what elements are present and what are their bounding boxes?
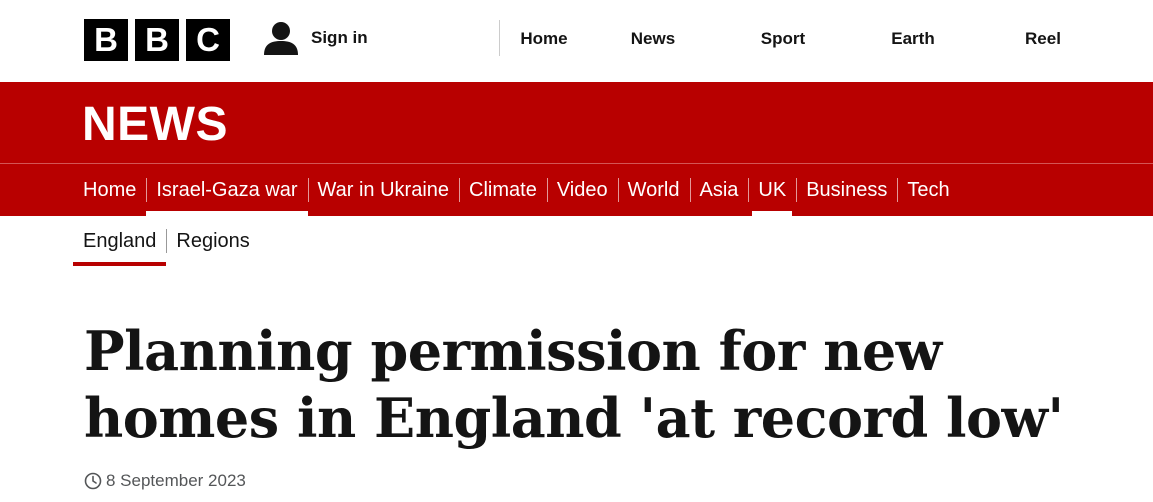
sign-in-button[interactable]: Sign in bbox=[263, 20, 368, 56]
top-nav-earth[interactable]: Earth bbox=[848, 0, 978, 78]
section-nav-tech[interactable]: Tech bbox=[897, 164, 959, 216]
top-nav-home[interactable]: Home bbox=[500, 0, 588, 78]
news-title[interactable]: NEWS bbox=[82, 97, 228, 152]
section-nav-uk[interactable]: UK bbox=[748, 164, 796, 216]
section-nav-asia[interactable]: Asia bbox=[689, 164, 749, 216]
article-dateline: 8 September 2023 bbox=[84, 471, 246, 491]
bbc-logo-letter: B bbox=[135, 19, 179, 61]
section-nav-climate[interactable]: Climate bbox=[459, 164, 547, 216]
sub-nav-england[interactable]: England bbox=[73, 216, 167, 266]
article-date: 8 September 2023 bbox=[106, 471, 246, 490]
bbc-logo-letter: B bbox=[84, 19, 128, 61]
section-nav-video[interactable]: Video bbox=[546, 164, 618, 216]
user-icon bbox=[264, 22, 298, 55]
section-nav-israel-gaza-war[interactable]: Israel-Gaza war bbox=[146, 164, 308, 216]
sub-nav: England Regions bbox=[73, 216, 260, 266]
article-headline: Planning permission for new homes in Eng… bbox=[84, 319, 1064, 450]
section-nav-home[interactable]: Home bbox=[73, 164, 146, 216]
top-nav-sport[interactable]: Sport bbox=[718, 0, 848, 78]
section-nav: Home Israel-Gaza war War in Ukraine Clim… bbox=[0, 164, 1153, 216]
bbc-logo[interactable]: B B C bbox=[84, 19, 230, 61]
top-bar: B B C Sign in Home News Sport Earth Reel bbox=[0, 0, 1153, 82]
clock-icon bbox=[84, 472, 102, 490]
section-nav-war-in-ukraine[interactable]: War in Ukraine bbox=[307, 164, 460, 216]
section-nav-world[interactable]: World bbox=[617, 164, 690, 216]
sign-in-label: Sign in bbox=[311, 28, 368, 47]
top-nav: Home News Sport Earth Reel bbox=[500, 0, 1108, 78]
bbc-logo-letter: C bbox=[186, 19, 230, 61]
section-nav-business[interactable]: Business bbox=[796, 164, 897, 216]
top-nav-news[interactable]: News bbox=[588, 0, 718, 78]
sub-nav-regions[interactable]: Regions bbox=[166, 216, 259, 266]
top-nav-reel[interactable]: Reel bbox=[978, 0, 1108, 78]
